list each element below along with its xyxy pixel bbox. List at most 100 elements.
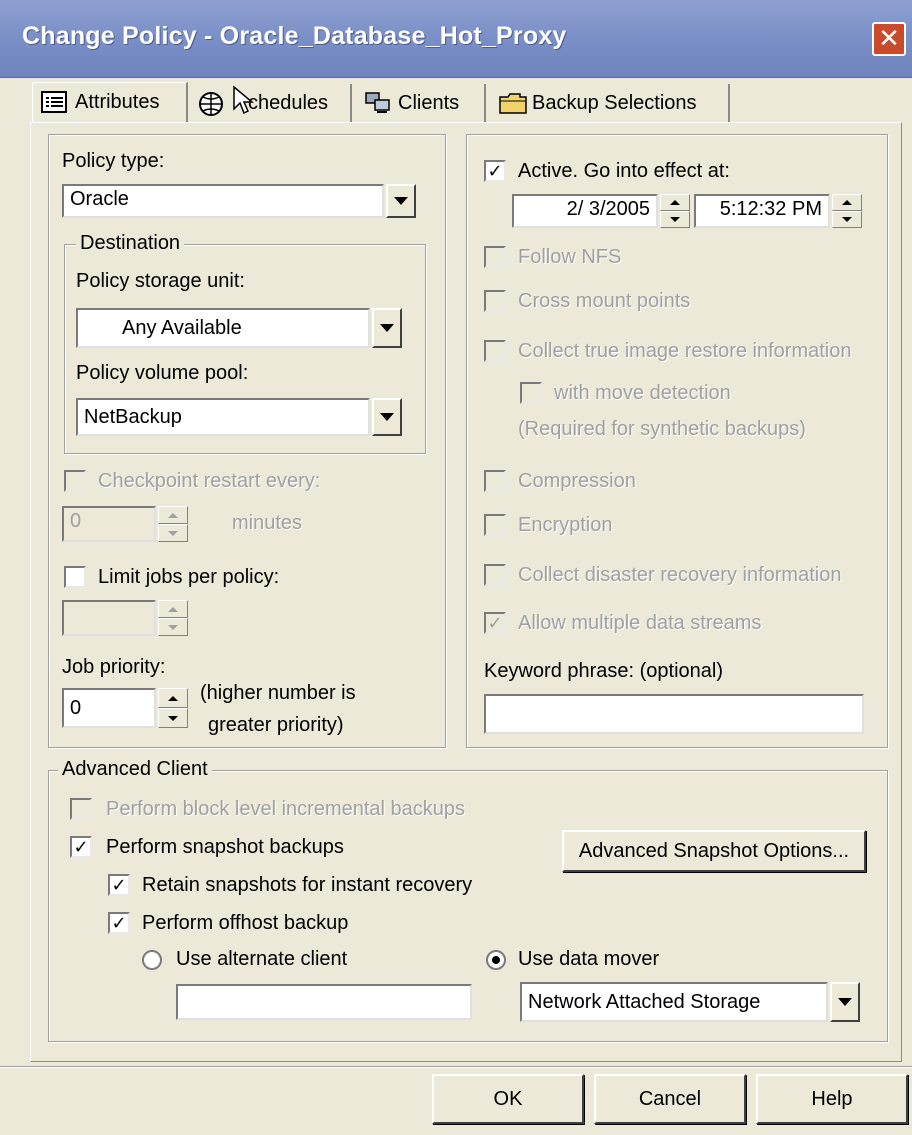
button-row-separator [0, 1066, 912, 1068]
clock-globe-icon [198, 91, 224, 116]
limit-jobs-spinner[interactable] [158, 600, 188, 636]
tab-schedules[interactable]: chedules [190, 84, 352, 122]
job-priority-label: Job priority: [62, 656, 166, 678]
time-spinner[interactable] [832, 194, 862, 228]
spin-down-button[interactable] [832, 211, 862, 228]
chevron-up-icon [670, 200, 680, 205]
job-priority-hint-line1: (higher number is [200, 682, 356, 704]
tab-attributes[interactable]: Attributes [32, 82, 188, 122]
move-detection-checkbox[interactable] [520, 382, 542, 404]
compression-checkbox[interactable] [484, 470, 506, 492]
spin-up-button[interactable] [832, 194, 862, 211]
true-image-checkbox[interactable] [484, 340, 506, 362]
limit-jobs-input[interactable] [62, 600, 156, 636]
job-priority-spinner[interactable] [158, 688, 188, 728]
spin-up-button[interactable] [660, 194, 690, 211]
chevron-down-icon [842, 217, 852, 222]
computers-icon [364, 91, 390, 115]
data-mover-dropdown-button[interactable] [830, 982, 860, 1022]
disaster-recovery-checkbox[interactable] [484, 564, 506, 586]
chevron-down-icon [168, 624, 178, 630]
volume-pool-select[interactable]: NetBackup [76, 398, 370, 436]
data-mover-label: Use data mover [518, 948, 660, 970]
cancel-button[interactable]: Cancel [594, 1074, 746, 1124]
block-level-checkbox[interactable] [70, 798, 92, 820]
storage-unit-select[interactable]: Any Available [76, 308, 370, 348]
help-button[interactable]: Help [756, 1074, 908, 1124]
block-level-label: Perform block level incremental backups [106, 798, 466, 820]
checkpoint-label: Checkpoint restart every: [98, 470, 321, 492]
snapshot-label: Perform snapshot backups [106, 836, 344, 858]
policy-type-select[interactable]: Oracle [62, 184, 384, 218]
offhost-label: Perform offhost backup [142, 912, 349, 934]
spin-up-button[interactable] [158, 506, 188, 524]
destination-legend: Destination [76, 232, 185, 255]
policy-type-label: Policy type: [62, 150, 165, 172]
retain-snapshots-label: Retain snapshots for instant recovery [142, 874, 473, 896]
ok-button[interactable]: OK [432, 1074, 584, 1124]
spin-down-button[interactable] [158, 618, 188, 636]
true-image-label: Collect true image restore information [518, 340, 852, 362]
follow-nfs-checkbox[interactable] [484, 246, 506, 268]
keyword-label: Keyword phrase: (optional) [484, 660, 724, 682]
encryption-checkbox[interactable] [484, 514, 506, 536]
spin-down-button[interactable] [158, 524, 188, 542]
keyword-input[interactable] [484, 694, 864, 734]
spin-down-button[interactable] [158, 708, 188, 728]
tab-label: Clients [398, 91, 460, 114]
compression-label: Compression [518, 470, 636, 492]
window-title: Change Policy - Oracle_Database_Hot_Prox… [22, 22, 567, 50]
advanced-snapshot-options-button[interactable]: Advanced Snapshot Options... [562, 830, 866, 872]
checkpoint-checkbox[interactable] [64, 470, 86, 492]
spin-up-button[interactable] [158, 600, 188, 618]
disaster-recovery-label: Collect disaster recovery information [518, 564, 842, 586]
storage-unit-dropdown-button[interactable] [372, 308, 402, 348]
active-date-input[interactable]: 2/ 3/2005 [512, 194, 658, 228]
alternate-client-input[interactable] [176, 984, 472, 1020]
tab-backup-selections[interactable]: Backup Selections [490, 84, 730, 122]
data-mover-select[interactable]: Network Attached Storage [520, 982, 828, 1022]
encryption-label: Encryption [518, 514, 613, 536]
cross-mount-checkbox[interactable] [484, 290, 506, 312]
chevron-down-icon [394, 197, 408, 205]
multi-streams-checkbox[interactable]: ✓ [484, 612, 506, 634]
alternate-client-label: Use alternate client [176, 948, 348, 970]
chevron-up-icon [168, 695, 178, 701]
snapshot-checkbox[interactable]: ✓ [70, 836, 92, 858]
spin-up-button[interactable] [158, 688, 188, 708]
retain-snapshots-checkbox[interactable]: ✓ [108, 874, 130, 896]
chevron-down-icon [380, 413, 394, 421]
multi-streams-label: Allow multiple data streams [518, 612, 762, 634]
limit-jobs-checkbox[interactable] [64, 566, 86, 588]
job-priority-hint-line2: greater priority) [208, 714, 344, 736]
synthetic-note: (Required for synthetic backups) [518, 418, 806, 440]
policy-type-dropdown-button[interactable] [386, 184, 416, 218]
folder-icon [498, 91, 527, 115]
date-spinner[interactable] [660, 194, 690, 228]
chevron-down-icon [380, 324, 394, 332]
chevron-up-icon [842, 200, 852, 205]
checkpoint-spinner[interactable] [158, 506, 188, 542]
limit-jobs-label: Limit jobs per policy: [98, 566, 280, 588]
tab-label: Attributes [75, 91, 160, 113]
follow-nfs-label: Follow NFS [518, 246, 622, 268]
active-time-input[interactable]: 5:12:32 PM [694, 194, 830, 228]
tab-label: chedules [248, 91, 329, 114]
volume-pool-label: Policy volume pool: [76, 362, 249, 384]
chevron-down-icon [168, 715, 178, 721]
volume-pool-dropdown-button[interactable] [372, 398, 402, 436]
chevron-down-icon [838, 998, 852, 1006]
job-priority-input[interactable]: 0 [62, 688, 156, 728]
offhost-checkbox[interactable]: ✓ [108, 912, 130, 934]
active-checkbox[interactable]: ✓ [484, 160, 506, 182]
spin-down-button[interactable] [660, 211, 690, 228]
tab-clients[interactable]: Clients [356, 84, 486, 122]
alternate-client-radio[interactable] [142, 950, 162, 970]
title-bar: Change Policy - Oracle_Database_Hot_Prox… [0, 0, 912, 78]
data-mover-radio[interactable] [486, 950, 506, 970]
move-detection-label: with move detection [554, 382, 731, 404]
tab-label: Backup Selections [532, 91, 697, 114]
chevron-up-icon [168, 606, 178, 612]
close-button[interactable]: ✕ [872, 22, 906, 56]
checkpoint-minutes-input[interactable]: 0 [62, 506, 156, 542]
